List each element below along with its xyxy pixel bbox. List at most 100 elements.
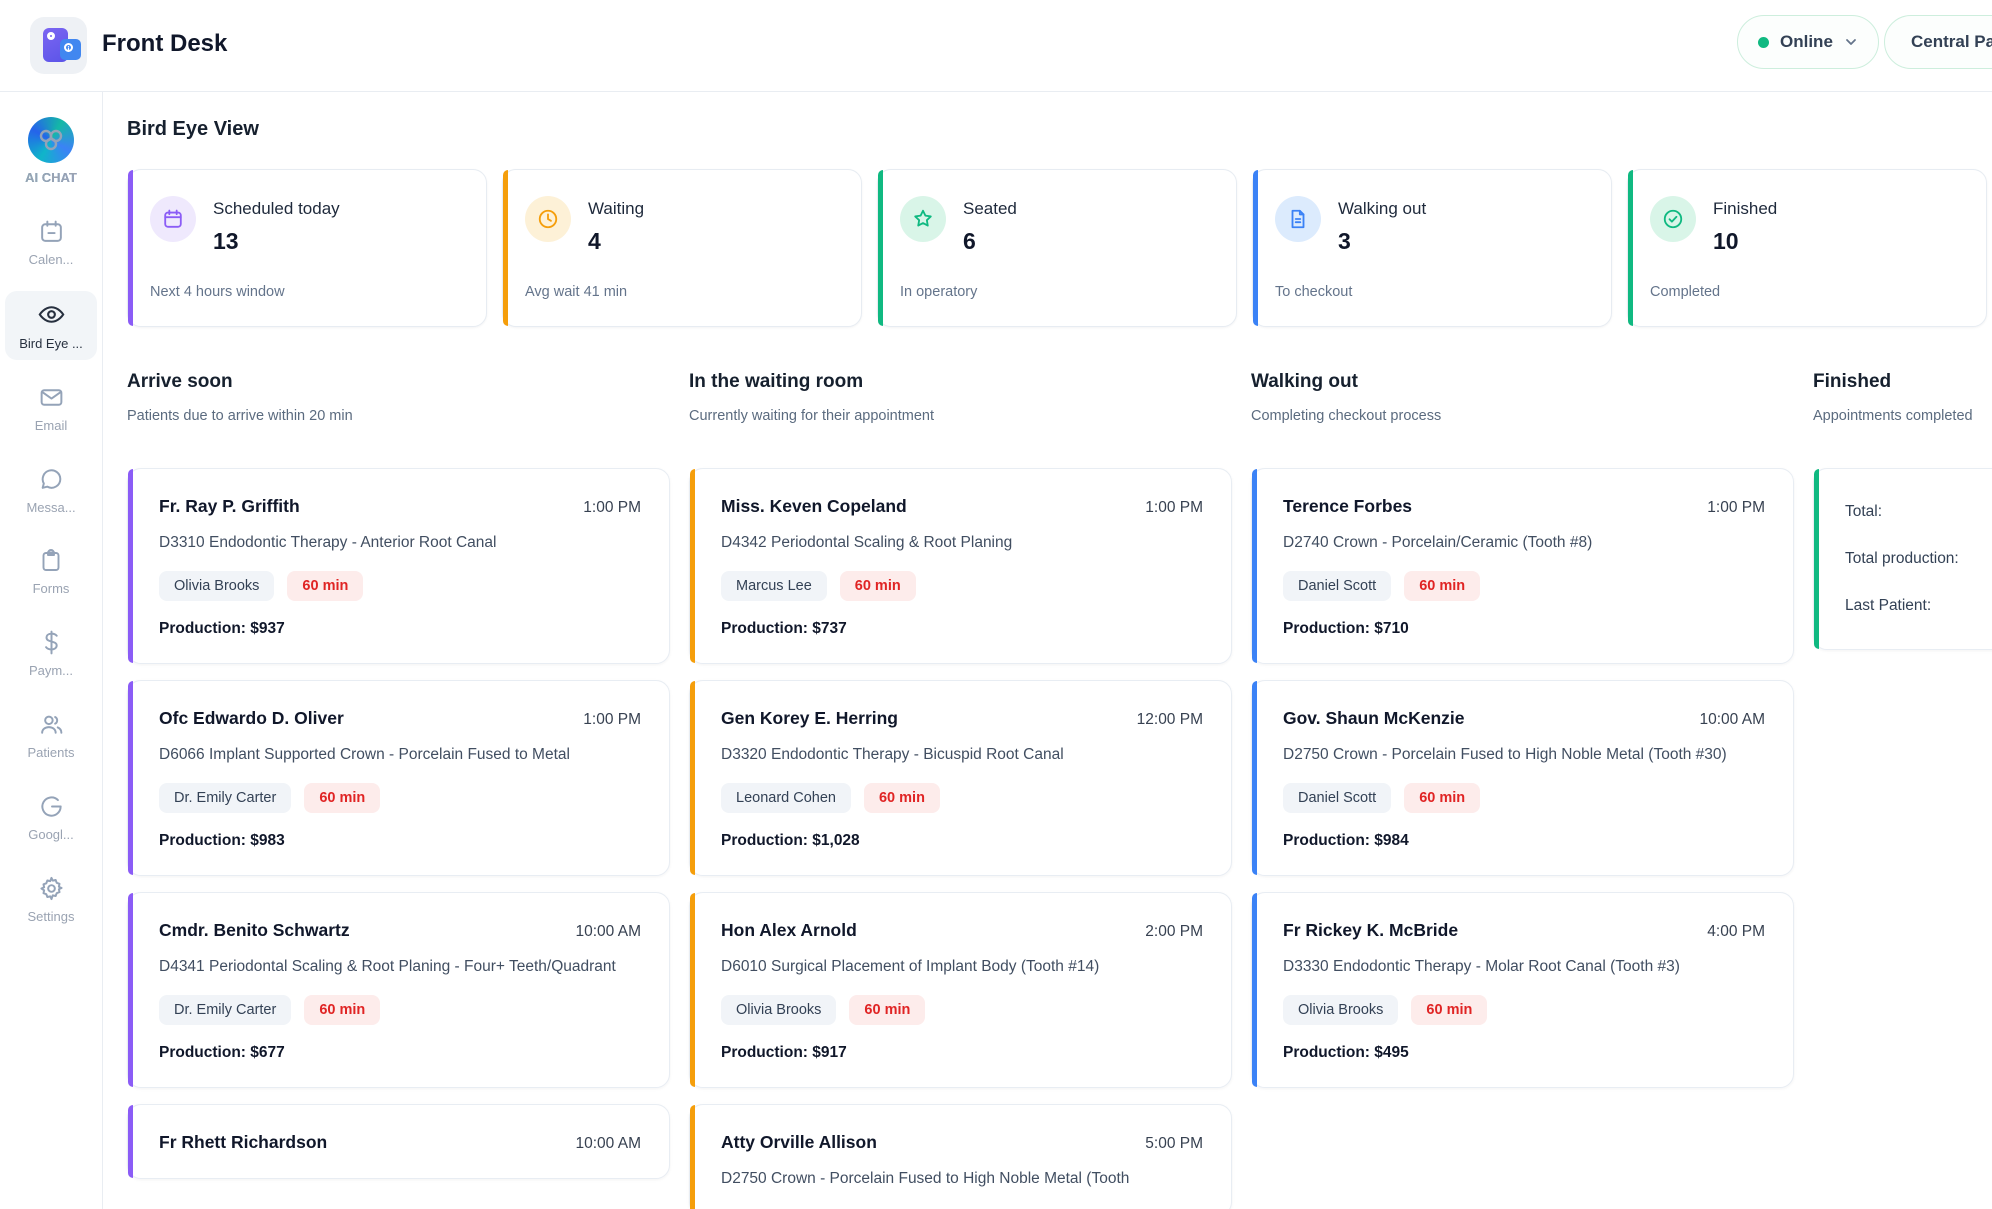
sidebar-item-bird-eye-view[interactable]: Bird Eye ... xyxy=(5,291,97,360)
appointment-time: 1:00 PM xyxy=(1707,499,1765,517)
column-waiting-room: In the waiting room Currently waiting fo… xyxy=(689,371,1232,1209)
column-walking-out: Walking out Completing checkout process … xyxy=(1251,371,1794,1209)
summary-total-production-label: Total production: xyxy=(1845,550,1992,568)
procedure: D3320 Endodontic Therapy - Bicuspid Root… xyxy=(721,744,1203,766)
patient-card[interactable]: Fr Rickey K. McBride4:00 PM D3330 Endodo… xyxy=(1251,892,1794,1088)
sidebar-item-calendar[interactable]: Calen... xyxy=(5,209,97,276)
sidebar-item-email[interactable]: Email xyxy=(5,375,97,442)
sidebar-item-payments[interactable]: Paym... xyxy=(5,620,97,687)
patient-name: Fr Rickey K. McBride xyxy=(1283,920,1458,941)
sidebar-item-google[interactable]: Googl... xyxy=(5,784,97,851)
sidebar-item-settings[interactable]: Settings xyxy=(5,866,97,933)
patient-name: Fr Rhett Richardson xyxy=(159,1132,327,1153)
calendar-icon xyxy=(150,196,196,242)
patient-name: Cmdr. Benito Schwartz xyxy=(159,920,350,941)
sidebar-item-label: Calen... xyxy=(29,252,74,267)
finished-summary-card: Total: Total production: Last Patient: xyxy=(1813,468,1992,650)
patient-card[interactable]: Terence Forbes 1:00 PM D2740 Crown - Porc… xyxy=(1251,468,1794,664)
patient-name: Gen Korey E. Herring xyxy=(721,708,898,729)
production-value: Production: $495 xyxy=(1283,1044,1765,1062)
provider-tag: Leonard Cohen xyxy=(721,783,851,813)
stat-caption: To checkout xyxy=(1275,284,1352,300)
production-value: Production: $710 xyxy=(1283,620,1765,638)
appointment-time: 10:00 AM xyxy=(576,923,642,941)
sidebar-item-label: Paym... xyxy=(29,663,73,678)
stat-finished[interactable]: Finished 10 Completed xyxy=(1627,169,1987,327)
stat-value: 10 xyxy=(1713,228,1777,255)
online-status-dropdown[interactable]: Online xyxy=(1737,15,1879,69)
patient-name: Miss. Keven Copeland xyxy=(721,496,907,517)
appointment-time: 1:00 PM xyxy=(583,711,641,729)
procedure: D4341 Periodontal Scaling & Root Planing… xyxy=(159,956,641,978)
production-value: Production: $984 xyxy=(1283,832,1765,850)
stat-walking-out[interactable]: Walking out 3 To checkout xyxy=(1252,169,1612,327)
production-value: Production: $937 xyxy=(159,620,641,638)
patient-card[interactable]: Miss. Keven Copeland1:00 PM D4342 Period… xyxy=(689,468,1232,664)
patient-card[interactable]: Cmdr. Benito Schwartz 10:00 AM D4341 Peri… xyxy=(127,892,670,1088)
provider-tag: Daniel Scott xyxy=(1283,783,1391,813)
appointment-time: 2:00 PM xyxy=(1145,923,1203,941)
stat-value: 6 xyxy=(963,228,1017,255)
clock-icon xyxy=(525,196,571,242)
provider-tag: Dr. Emily Carter xyxy=(159,783,291,813)
appointment-time: 10:00 AM xyxy=(1700,711,1766,729)
provider-tag: Dr. Emily Carter xyxy=(159,995,291,1025)
column-title: In the waiting room xyxy=(689,371,1232,393)
duration-badge: 60 min xyxy=(304,783,380,813)
procedure: D3330 Endodontic Therapy - Molar Root Ca… xyxy=(1283,956,1765,978)
duration-badge: 60 min xyxy=(849,995,925,1025)
section-title: Bird Eye View xyxy=(127,118,1992,141)
patient-name: Ofc Edwardo D. Oliver xyxy=(159,708,344,729)
status-columns: Arrive soon Patients due to arrive withi… xyxy=(127,371,1992,1209)
appointment-time: 1:00 PM xyxy=(583,499,641,517)
star-icon xyxy=(900,196,946,242)
sidebar-item-label: Googl... xyxy=(28,827,74,842)
stat-caption: Completed xyxy=(1650,284,1720,300)
provider-tag: Olivia Brooks xyxy=(159,571,274,601)
calendar-icon xyxy=(38,218,65,245)
chevron-down-icon xyxy=(1844,35,1858,49)
stat-label: Walking out xyxy=(1338,196,1426,219)
summary-total-label: Total: xyxy=(1845,503,1992,521)
patient-card[interactable]: Ofc Edwardo D. Oliver1:00 PM D6066 Impla… xyxy=(127,680,670,876)
sidebar-item-ai-chat[interactable]: AI CHAT xyxy=(5,108,97,194)
column-title: Arrive soon xyxy=(127,371,670,393)
patient-card[interactable]: Hon Alex Arnold2:00 PM D6010 Surgical Pl… xyxy=(689,892,1232,1088)
users-icon xyxy=(38,711,65,738)
patient-card[interactable]: Fr. Ray P. Griffith1:00 PM D3310 Endodon… xyxy=(127,468,670,664)
sidebar-item-label: Bird Eye ... xyxy=(19,336,83,351)
procedure: D2750 Crown - Porcelain Fused to High No… xyxy=(721,1168,1203,1190)
app-header: i Front Desk Online Central Park xyxy=(0,0,1992,92)
stat-scheduled-today[interactable]: Scheduled today 13 Next 4 hours window xyxy=(127,169,487,327)
procedure: D4342 Periodontal Scaling & Root Planing xyxy=(721,532,1203,554)
duration-badge: 60 min xyxy=(1404,783,1480,813)
patient-card[interactable]: Fr Rhett Richardson10:00 AM xyxy=(127,1104,670,1179)
online-status-label: Online xyxy=(1780,32,1833,52)
sidebar-item-label: Forms xyxy=(33,581,70,596)
column-subtitle: Completing checkout process xyxy=(1251,408,1794,424)
sidebar-item-forms[interactable]: Forms xyxy=(5,539,97,605)
duration-badge: 60 min xyxy=(1411,995,1487,1025)
sidebar-item-patients[interactable]: Patients xyxy=(5,702,97,769)
location-label: Central Park xyxy=(1911,32,1992,52)
appointment-time: 12:00 PM xyxy=(1137,711,1203,729)
sidebar-item-label: Settings xyxy=(28,909,75,924)
patient-card[interactable]: Gov. Shaun McKenzie10:00 AM D2750 Crown … xyxy=(1251,680,1794,876)
sidebar-item-messages[interactable]: Messa... xyxy=(5,457,97,524)
procedure: D2750 Crown - Porcelain Fused to High No… xyxy=(1283,744,1765,766)
stat-waiting[interactable]: Waiting 4 Avg wait 41 min xyxy=(502,169,862,327)
check-circle-icon xyxy=(1650,196,1696,242)
sidebar-item-label: Email xyxy=(35,418,68,433)
bird-eye-view-panel: Bird Eye View Scheduled today 13 Next 4 … xyxy=(104,92,1992,1209)
patient-name: Terence Forbes xyxy=(1283,496,1412,517)
patient-card[interactable]: Gen Korey E. Herring 12:00 PM D3320 Endod… xyxy=(689,680,1232,876)
production-value: Production: $1,028 xyxy=(721,832,1203,850)
stat-seated[interactable]: Seated 6 In operatory xyxy=(877,169,1237,327)
column-arrive-soon: Arrive soon Patients due to arrive withi… xyxy=(127,371,670,1209)
patient-card[interactable]: Atty Orville Allison5:00 PM D2750 Crown … xyxy=(689,1104,1232,1209)
procedure: D2740 Crown - Porcelain/Ceramic (Tooth #… xyxy=(1283,532,1765,554)
location-selector[interactable]: Central Park xyxy=(1884,15,1992,69)
column-subtitle: Currently waiting for their appointment xyxy=(689,408,1232,424)
google-icon xyxy=(38,793,65,820)
page-title: Front Desk xyxy=(102,30,227,58)
